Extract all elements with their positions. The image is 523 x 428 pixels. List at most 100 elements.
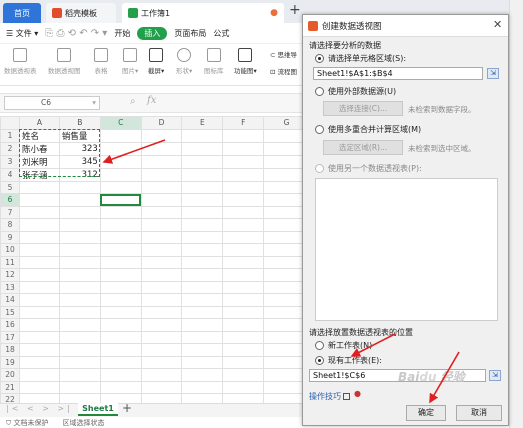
cell-c5[interactable] — [99, 180, 142, 194]
cell-c11[interactable] — [99, 255, 142, 269]
tips-link[interactable]: 操作技巧 — [309, 391, 341, 402]
cell-e11[interactable] — [181, 255, 224, 269]
cell-f6[interactable] — [222, 193, 265, 207]
cell-a8[interactable] — [18, 218, 60, 232]
cell-d7[interactable] — [140, 205, 183, 219]
row-header[interactable]: 20 — [0, 368, 20, 382]
collapse-place-icon[interactable]: ⇲ — [489, 370, 501, 381]
cell-c3[interactable] — [99, 154, 142, 169]
cell-e2[interactable] — [181, 141, 224, 156]
cell-e14[interactable] — [181, 293, 224, 307]
cell-d15[interactable] — [140, 305, 183, 319]
cell-e17[interactable] — [181, 330, 224, 344]
cell-f14[interactable] — [222, 293, 265, 307]
cell-e6[interactable] — [181, 193, 224, 207]
radio-new-sheet[interactable]: 新工作表(N) — [315, 340, 372, 351]
cell-a1[interactable]: 姓名 — [18, 128, 60, 143]
cell-f5[interactable] — [222, 180, 265, 194]
radio-existing-sheet[interactable]: 现有工作表(E): — [315, 355, 382, 366]
row-header[interactable]: 6 — [0, 193, 20, 207]
row-header[interactable]: 21 — [0, 380, 20, 394]
cell-f3[interactable] — [222, 154, 265, 169]
row-header[interactable]: 5 — [0, 180, 20, 194]
cell-a19[interactable] — [18, 355, 60, 369]
cell-f10[interactable] — [222, 243, 265, 257]
cell-e3[interactable] — [181, 154, 224, 169]
pivot-list-box[interactable] — [315, 178, 498, 321]
cell-b16[interactable] — [58, 318, 101, 332]
cell-d2[interactable] — [140, 141, 183, 156]
row-header[interactable]: 3 — [0, 154, 20, 169]
cell-d14[interactable] — [140, 293, 183, 307]
cell-c4[interactable] — [99, 167, 142, 182]
cell-f11[interactable] — [222, 255, 265, 269]
cell-c6[interactable] — [99, 193, 142, 207]
table-button[interactable]: 表格 — [94, 48, 108, 75]
cell-e8[interactable] — [181, 218, 224, 232]
pivot-table-button[interactable]: 数据透视表 — [4, 48, 37, 75]
cell-a13[interactable] — [18, 280, 60, 294]
cell-c19[interactable] — [99, 355, 142, 369]
radio-multi-consolidation[interactable]: 使用多重合并计算区域(M) — [315, 124, 421, 135]
cell-f7[interactable] — [222, 205, 265, 219]
cell-b4[interactable]: 312 — [58, 167, 101, 182]
cell-a18[interactable] — [18, 343, 60, 357]
cell-c13[interactable] — [99, 280, 142, 294]
tab-workbook[interactable]: 工作簿1 ● — [122, 3, 284, 23]
icon-library-button[interactable]: 图标库 — [204, 48, 224, 75]
name-box[interactable]: C6 ▾ — [4, 96, 100, 110]
cell-f13[interactable] — [222, 280, 265, 294]
row-header[interactable]: 13 — [0, 280, 20, 294]
radio-select-range[interactable]: 请选择单元格区域(S): — [315, 53, 406, 64]
cell-a14[interactable] — [18, 293, 60, 307]
screenshot-button[interactable]: 截屏▾ — [148, 48, 164, 75]
column-header-d[interactable]: D — [140, 116, 183, 130]
cell-a5[interactable] — [18, 180, 60, 194]
cell-f18[interactable] — [222, 343, 265, 357]
cell-b7[interactable] — [58, 205, 101, 219]
cell-a15[interactable] — [18, 305, 60, 319]
cell-c1[interactable] — [99, 128, 142, 143]
mind-map-button[interactable]: ⊂ 思维导 — [270, 49, 297, 59]
grid-table[interactable]: A B C D E F G 1 姓名 销售量 2 陈小春 323 3 刘米明 345 4 张子涵 312 5 6 7 8 9 1… — [0, 116, 310, 406]
choose-connection-button[interactable]: 选择连接(C)... — [323, 101, 403, 116]
cell-a11[interactable] — [18, 255, 60, 269]
cancel-button[interactable]: 取消 — [456, 405, 502, 421]
cell-c18[interactable] — [99, 343, 142, 357]
row-header[interactable]: 7 — [0, 205, 20, 219]
cell-d20[interactable] — [140, 368, 183, 382]
row-header[interactable]: 8 — [0, 218, 20, 232]
cell-e7[interactable] — [181, 205, 224, 219]
cell-d10[interactable] — [140, 243, 183, 257]
cell-a17[interactable] — [18, 330, 60, 344]
cell-a6[interactable] — [18, 193, 60, 207]
cell-a16[interactable] — [18, 318, 60, 332]
cell-f8[interactable] — [222, 218, 265, 232]
cell-f21[interactable] — [222, 380, 265, 394]
cell-e21[interactable] — [181, 380, 224, 394]
tab-home[interactable]: 首页 — [3, 3, 41, 23]
cell-e16[interactable] — [181, 318, 224, 332]
close-icon[interactable]: ✕ — [493, 18, 502, 31]
range-input[interactable]: Sheet1!$A$1:$B$4 — [313, 67, 483, 80]
cell-d17[interactable] — [140, 330, 183, 344]
cell-d19[interactable] — [140, 355, 183, 369]
tab-template[interactable]: 稻壳模板 — [46, 3, 116, 23]
zoom-icon[interactable]: ⌕ — [130, 96, 136, 107]
cell-c17[interactable] — [99, 330, 142, 344]
cell-b13[interactable] — [58, 280, 101, 294]
cell-f20[interactable] — [222, 368, 265, 382]
cell-b20[interactable] — [58, 368, 101, 382]
cell-b19[interactable] — [58, 355, 101, 369]
cell-b6[interactable] — [58, 193, 101, 207]
cell-c9[interactable] — [99, 230, 142, 244]
row-header[interactable]: 4 — [0, 167, 20, 182]
cell-b2[interactable]: 323 — [58, 141, 101, 156]
row-header[interactable]: 15 — [0, 305, 20, 319]
row-header[interactable]: 14 — [0, 293, 20, 307]
cell-a4[interactable]: 张子涵 — [18, 167, 60, 182]
cell-b10[interactable] — [58, 243, 101, 257]
row-header[interactable]: 12 — [0, 268, 20, 282]
cell-a3[interactable]: 刘米明 — [18, 154, 60, 169]
cell-f17[interactable] — [222, 330, 265, 344]
